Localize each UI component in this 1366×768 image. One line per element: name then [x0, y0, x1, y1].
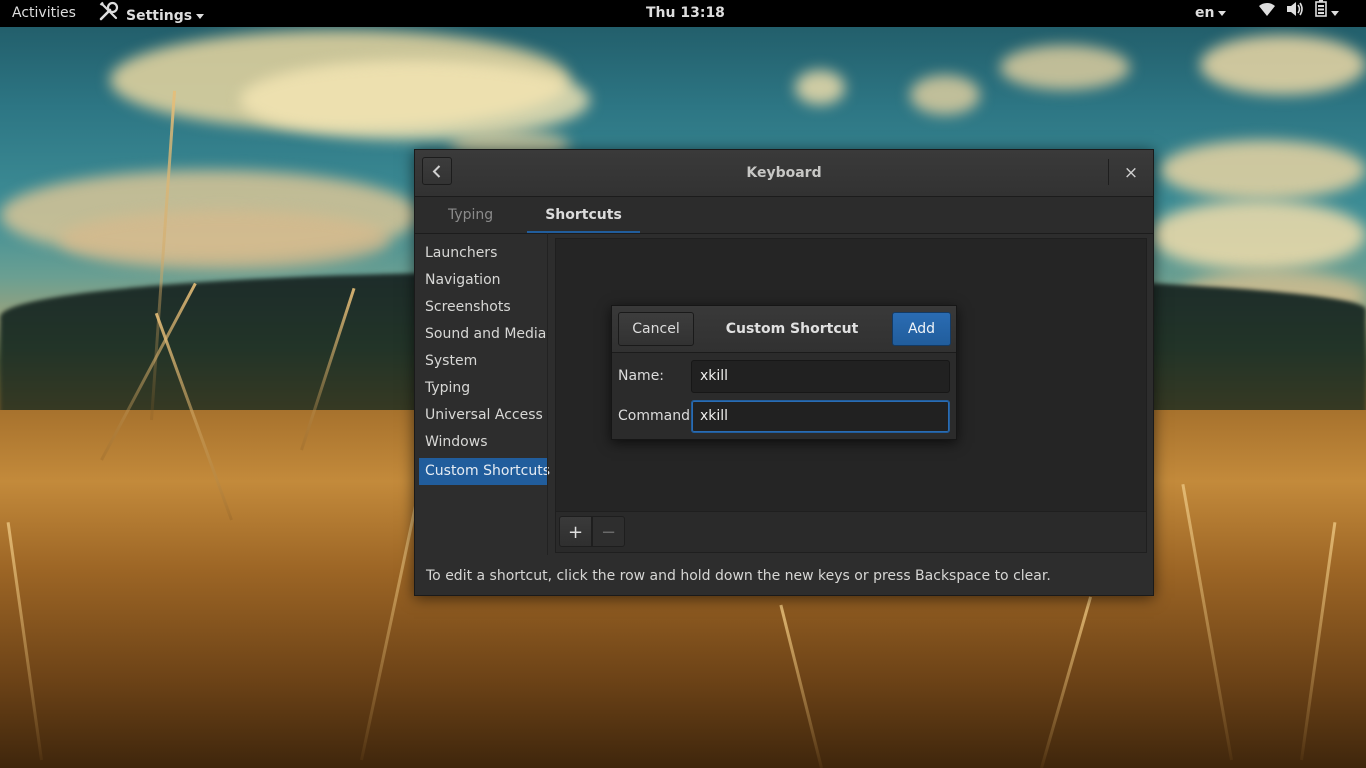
- custom-shortcut-dialog: Cancel Custom Shortcut Add Name: xkill C…: [611, 305, 957, 440]
- name-field[interactable]: xkill: [691, 360, 950, 393]
- tab-shortcuts[interactable]: Shortcuts: [527, 197, 640, 233]
- volume-icon: [1286, 0, 1304, 27]
- sidebar-item-windows[interactable]: Windows: [419, 429, 547, 456]
- battery-icon: [1315, 0, 1327, 27]
- shortcut-help-text: To edit a shortcut, click the row and ho…: [426, 568, 1051, 584]
- shortcut-category-list: Launchers Navigation Screenshots Sound a…: [419, 238, 550, 554]
- command-label: Command:: [618, 408, 695, 424]
- close-button[interactable]: ×: [1118, 160, 1144, 186]
- sidebar-item-system[interactable]: System: [419, 348, 547, 375]
- sidebar-item-custom-shortcuts[interactable]: Custom Shortcuts: [419, 458, 550, 485]
- chevron-down-icon: [196, 13, 205, 19]
- sidebar-separator: [547, 233, 548, 555]
- app-menu[interactable]: Settings: [98, 0, 205, 27]
- sidebar-item-sound-and-media[interactable]: Sound and Media: [419, 321, 547, 348]
- window-title: Keyboard: [746, 165, 822, 181]
- remove-shortcut-button[interactable]: −: [592, 516, 625, 547]
- add-shortcut-button[interactable]: +: [559, 516, 592, 547]
- shortcut-toolbar: + −: [555, 512, 1147, 553]
- sidebar-item-navigation[interactable]: Navigation: [419, 267, 547, 294]
- chevron-down-icon: [1330, 11, 1339, 16]
- system-status-menu[interactable]: [1258, 0, 1339, 27]
- language-menu[interactable]: en: [1195, 0, 1227, 27]
- app-menu-label: Settings: [126, 8, 193, 24]
- wrench-screwdriver-icon: [98, 0, 120, 32]
- tab-typing[interactable]: Typing: [448, 197, 493, 233]
- wifi-icon: [1258, 0, 1276, 27]
- add-button[interactable]: Add: [892, 312, 951, 346]
- header-separator: [1108, 159, 1109, 185]
- clock[interactable]: Thu 13:18: [646, 0, 725, 27]
- cancel-button[interactable]: Cancel: [618, 312, 694, 346]
- activities-button[interactable]: Activities: [12, 0, 76, 27]
- close-icon: ×: [1123, 163, 1139, 183]
- name-label: Name:: [618, 368, 665, 384]
- header-bar: Keyboard ×: [415, 150, 1153, 197]
- language-label: en: [1195, 5, 1215, 21]
- sidebar-item-screenshots[interactable]: Screenshots: [419, 294, 547, 321]
- dialog-title: Custom Shortcut: [725, 321, 859, 337]
- command-field[interactable]: xkill: [691, 400, 950, 433]
- sidebar-item-launchers[interactable]: Launchers: [419, 240, 547, 267]
- top-bar: Activities Settings Thu 13:18 en: [0, 0, 1366, 27]
- dialog-header: Cancel Custom Shortcut Add: [612, 306, 956, 353]
- sidebar-item-typing[interactable]: Typing: [419, 375, 547, 402]
- sidebar-item-universal-access[interactable]: Universal Access: [419, 402, 547, 429]
- tab-bar: Typing Shortcuts: [415, 197, 1153, 234]
- chevron-down-icon: [1218, 10, 1227, 16]
